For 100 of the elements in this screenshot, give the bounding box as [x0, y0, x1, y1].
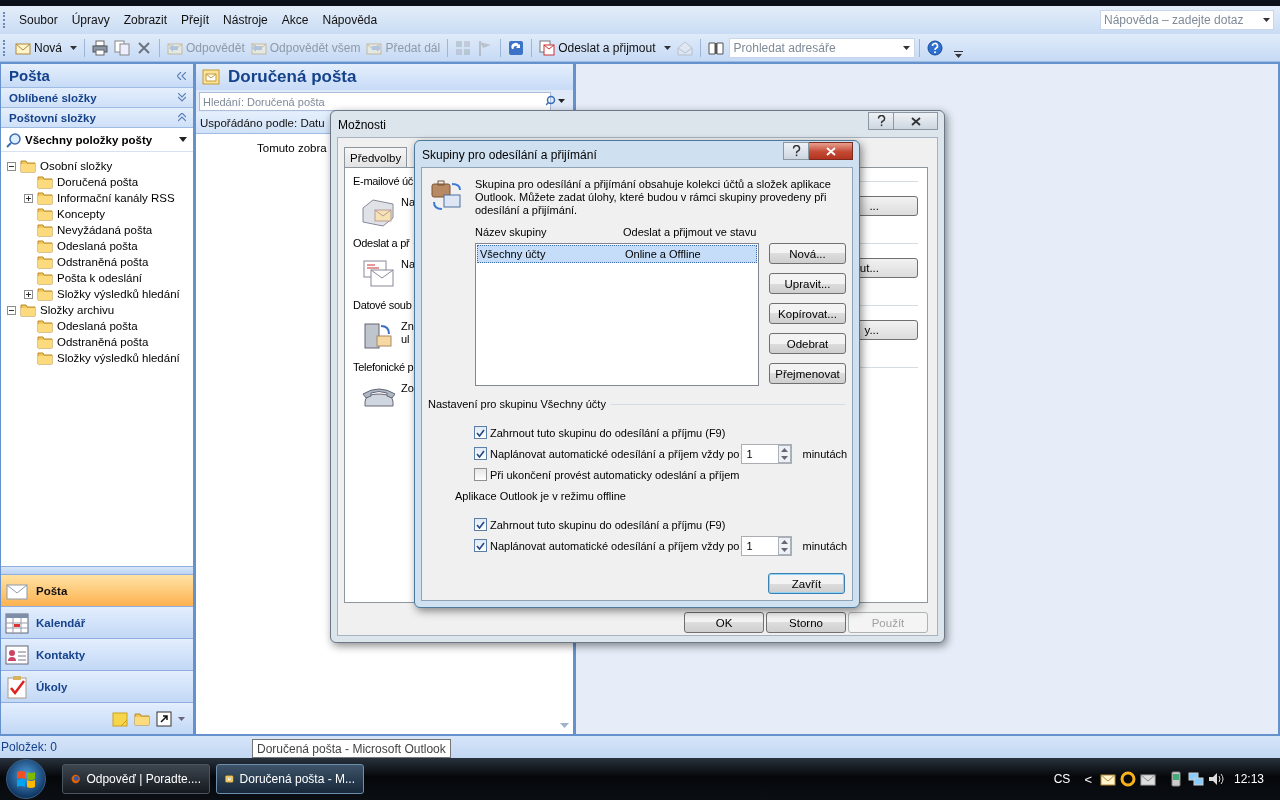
dialog-button[interactable]: Kopírovat...: [769, 303, 846, 324]
folder-item[interactable]: Doručená pošta: [57, 176, 139, 188]
folder-icon: [20, 302, 36, 318]
help-button[interactable]: [783, 142, 809, 160]
speaker-icon[interactable]: [1207, 771, 1224, 787]
dialog-button[interactable]: Odebrat: [769, 333, 846, 354]
folder-item[interactable]: Odeslaná pošta: [57, 320, 138, 332]
expand-icon[interactable]: [24, 289, 33, 299]
group-heading: Nastavení pro skupinu Všechny účty: [428, 398, 606, 410]
folder-item[interactable]: Odstraněná pošta: [57, 256, 149, 268]
folder-icon: [37, 190, 53, 206]
menu-item[interactable]: Akce: [274, 13, 316, 27]
tab[interactable]: Předvolby: [344, 147, 408, 167]
checkbox[interactable]: [474, 539, 487, 552]
arrange-label[interactable]: Uspořádáno podle: Datu: [200, 116, 325, 129]
menu-item[interactable]: Přejít: [174, 13, 217, 27]
menu-item[interactable]: Úpravy: [64, 13, 117, 27]
folder-item[interactable]: Informační kanály RSS: [57, 192, 175, 204]
list-row[interactable]: Všechny účty Online a Offline: [477, 245, 757, 263]
dropdown-caret-icon[interactable]: [902, 45, 910, 50]
address-search-field[interactable]: Prohledat adresáře: [728, 37, 915, 58]
nav-button[interactable]: Kontakty: [1, 638, 193, 670]
menu-item[interactable]: Nástroje: [216, 13, 275, 27]
view-selector[interactable]: Všechny položky pošty: [1, 128, 193, 152]
close-button[interactable]: [809, 142, 853, 160]
collapse-icon[interactable]: [7, 161, 16, 171]
menu-item[interactable]: Nápověda: [315, 13, 385, 27]
folder-item[interactable]: Nevyžádaná pošta: [57, 224, 153, 236]
checkbox-label[interactable]: Naplánovat automatické odesílání a příjem vždy po: [489, 539, 740, 552]
dialog-button[interactable]: Přejmenovat: [769, 363, 846, 384]
dialog-button[interactable]: Storno: [766, 612, 846, 633]
toolbar-options-icon[interactable]: [953, 49, 963, 58]
envelope-icon[interactable]: [1099, 771, 1116, 787]
folder-item[interactable]: Odstraněná pošta: [57, 336, 149, 348]
close-icon: [825, 146, 836, 156]
taskbar-button[interactable]: Doručená pošta - M...: [216, 764, 364, 794]
folder-item[interactable]: Složky výsledků hledání: [57, 352, 180, 364]
folder-icon: [37, 318, 53, 334]
help-button[interactable]: [868, 112, 894, 130]
menu-item[interactable]: Soubor: [12, 13, 65, 27]
folder-item[interactable]: Pošta k odeslání: [57, 272, 143, 284]
clock[interactable]: 12:13: [1233, 772, 1264, 786]
checkbox[interactable]: [474, 426, 487, 439]
contact-card-icon: [5, 642, 29, 667]
folder-icon: [37, 222, 53, 238]
folder-item[interactable]: Koncepty: [57, 208, 105, 220]
folder-item[interactable]: Odeslaná pošta: [57, 240, 138, 252]
dropdown-button[interactable]: Nová: [12, 36, 80, 59]
folder-item[interactable]: Složky archivu: [40, 304, 115, 316]
menu-item[interactable]: Zobrazit: [116, 13, 175, 27]
checkbox-label[interactable]: Při ukončení provést automaticky odeslání a příjem: [489, 468, 740, 481]
dropdown-button[interactable]: Odeslat a přijmout: [536, 36, 674, 59]
spinner-arrows-icon[interactable]: [778, 536, 792, 555]
nav-button[interactable]: Kalendář: [1, 606, 193, 638]
collapse-pane-icon[interactable]: [177, 71, 186, 80]
help-search-field[interactable]: Nápověda – zadejte dotaz: [1100, 10, 1274, 30]
start-button[interactable]: [6, 759, 46, 799]
close-dialog-button[interactable]: Zavřít: [768, 573, 845, 594]
checkbox[interactable]: [474, 468, 487, 481]
ring-icon[interactable]: [1119, 771, 1136, 787]
folder-icon: [37, 174, 53, 190]
folder-icon: [20, 158, 36, 174]
folder-icon: [37, 334, 53, 350]
description-text: Zn: [401, 320, 414, 333]
checkbox[interactable]: [474, 447, 487, 460]
expand-icon[interactable]: [24, 193, 33, 203]
question-mark-icon: [791, 145, 801, 157]
network-icon[interactable]: [1187, 771, 1204, 787]
folder-item[interactable]: Složky výsledků hledání: [57, 288, 180, 300]
show-hidden-icons[interactable]: <: [1084, 771, 1092, 787]
spinner-arrows-icon[interactable]: [778, 444, 792, 463]
checkbox-label[interactable]: Naplánovat automatické odesílání a příjem vždy po: [489, 447, 740, 460]
search-field[interactable]: Hledání: Doručená pošta: [199, 92, 551, 111]
description-text: Skupina pro odesílání a přijímání obsahuje kolekci účtů a složek aplikace Outlook. Můžete zadat úlohy, které budou v rámci skupiny provedeny při odesílání a přijímání.: [475, 178, 832, 217]
description-text: Na: [401, 258, 416, 271]
description-text: ul: [401, 333, 411, 346]
dialog-button[interactable]: OK: [684, 612, 764, 633]
collapse-icon[interactable]: [7, 305, 16, 315]
section-header[interactable]: Oblíbené složky: [1, 88, 193, 108]
nav-button[interactable]: Úkoly: [1, 670, 193, 702]
dialog-button[interactable]: Upravit...: [769, 273, 846, 294]
checkbox-label[interactable]: Zahrnout tuto skupinu do odesílání a příjmu (F9): [489, 426, 726, 439]
envelope-icon[interactable]: [1139, 771, 1156, 787]
shortcut-icon[interactable]: [156, 710, 172, 727]
section-header[interactable]: Poštovní složky: [1, 108, 193, 128]
dialog-title: Možnosti: [338, 117, 387, 132]
folder-icon: [37, 238, 53, 254]
section-heading: Datové soub: [353, 299, 412, 311]
folder-item[interactable]: Osobní složky: [40, 160, 113, 172]
taskbar-button[interactable]: Odpověď | Poradte....: [62, 764, 210, 794]
checkbox[interactable]: [474, 518, 487, 531]
checkbox-label[interactable]: Zahrnout tuto skupinu do odesílání a příjmu (F9): [489, 518, 726, 531]
sync-icon: [508, 39, 525, 56]
language-indicator[interactable]: CS: [1053, 772, 1071, 786]
configure-caret-icon[interactable]: [178, 716, 185, 721]
dropdown-caret-icon: [179, 137, 187, 142]
nav-button[interactable]: Pošta: [1, 574, 193, 606]
dialog-button[interactable]: Nová...: [769, 243, 846, 264]
close-button[interactable]: [894, 112, 938, 130]
dropdown-caret-icon[interactable]: [1263, 18, 1270, 22]
